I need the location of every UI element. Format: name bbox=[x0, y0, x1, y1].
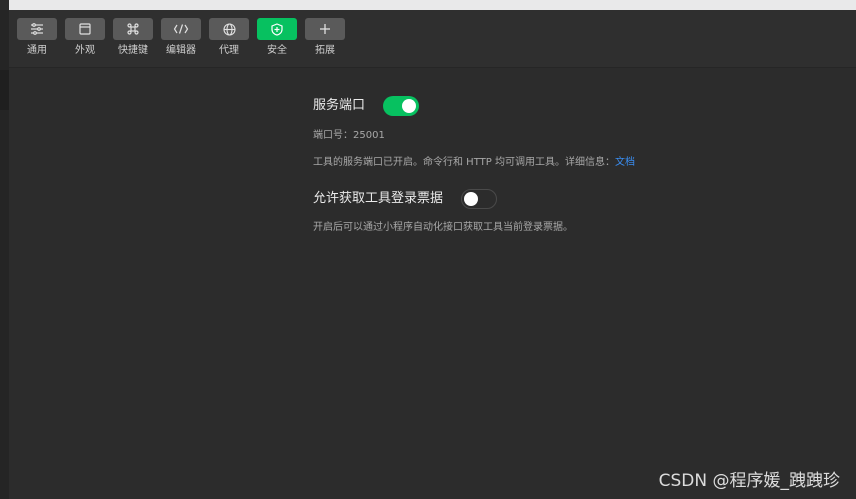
sliders-icon bbox=[17, 18, 57, 40]
settings-toolbar: 通用 外观 快捷键 编辑器 代理 安全 拓展 bbox=[9, 10, 856, 68]
tab-editor-label: 编辑器 bbox=[166, 45, 196, 56]
window-icon bbox=[65, 18, 105, 40]
tab-general[interactable]: 通用 bbox=[17, 18, 57, 57]
tab-proxy-label: 代理 bbox=[219, 45, 239, 56]
left-edge-panel bbox=[0, 10, 9, 499]
login-ticket-setting: 允许获取工具登录票据 bbox=[313, 189, 833, 209]
toggle-knob bbox=[402, 99, 417, 113]
tab-extensions[interactable]: 拓展 bbox=[305, 18, 345, 57]
window-top-strip bbox=[0, 0, 856, 10]
tab-appearance-label: 外观 bbox=[75, 45, 95, 56]
shield-icon bbox=[257, 18, 297, 40]
service-port-description: 工具的服务端口已开启。命令行和 HTTP 均可调用工具。详细信息：文档 bbox=[313, 156, 833, 170]
tab-security[interactable]: 安全 bbox=[257, 18, 297, 57]
tab-proxy[interactable]: 代理 bbox=[209, 18, 249, 57]
tab-editor[interactable]: 编辑器 bbox=[161, 18, 201, 57]
service-port-toggle[interactable] bbox=[383, 96, 420, 116]
service-port-title: 服务端口 bbox=[313, 98, 366, 113]
tab-shortcuts[interactable]: 快捷键 bbox=[113, 18, 153, 57]
security-settings-panel: 服务端口 端口号：25001 工具的服务端口已开启。命令行和 HTTP 均可调用… bbox=[313, 96, 833, 235]
tab-appearance[interactable]: 外观 bbox=[65, 18, 105, 57]
toggle-knob bbox=[464, 192, 479, 206]
plus-icon bbox=[305, 18, 345, 40]
service-port-setting: 服务端口 bbox=[313, 96, 833, 116]
service-port-number: 端口号：25001 bbox=[313, 130, 385, 141]
tab-extensions-label: 拓展 bbox=[315, 45, 335, 56]
tab-general-label: 通用 bbox=[27, 45, 47, 56]
globe-icon bbox=[209, 18, 249, 40]
docs-link[interactable]: 文档 bbox=[615, 157, 635, 168]
login-ticket-description: 开启后可以通过小程序自动化接口获取工具当前登录票据。 bbox=[313, 222, 573, 233]
watermark: CSDN @程序媛_跩跩珍 bbox=[658, 471, 840, 491]
login-ticket-title: 允许获取工具登录票据 bbox=[313, 191, 444, 206]
tab-shortcuts-label: 快捷键 bbox=[118, 45, 148, 56]
command-key-icon bbox=[113, 18, 153, 40]
code-icon bbox=[161, 18, 201, 40]
tab-security-label: 安全 bbox=[267, 45, 287, 56]
login-ticket-toggle[interactable] bbox=[461, 189, 498, 209]
service-port-description-text: 工具的服务端口已开启。命令行和 HTTP 均可调用工具。详细信息： bbox=[313, 157, 615, 168]
